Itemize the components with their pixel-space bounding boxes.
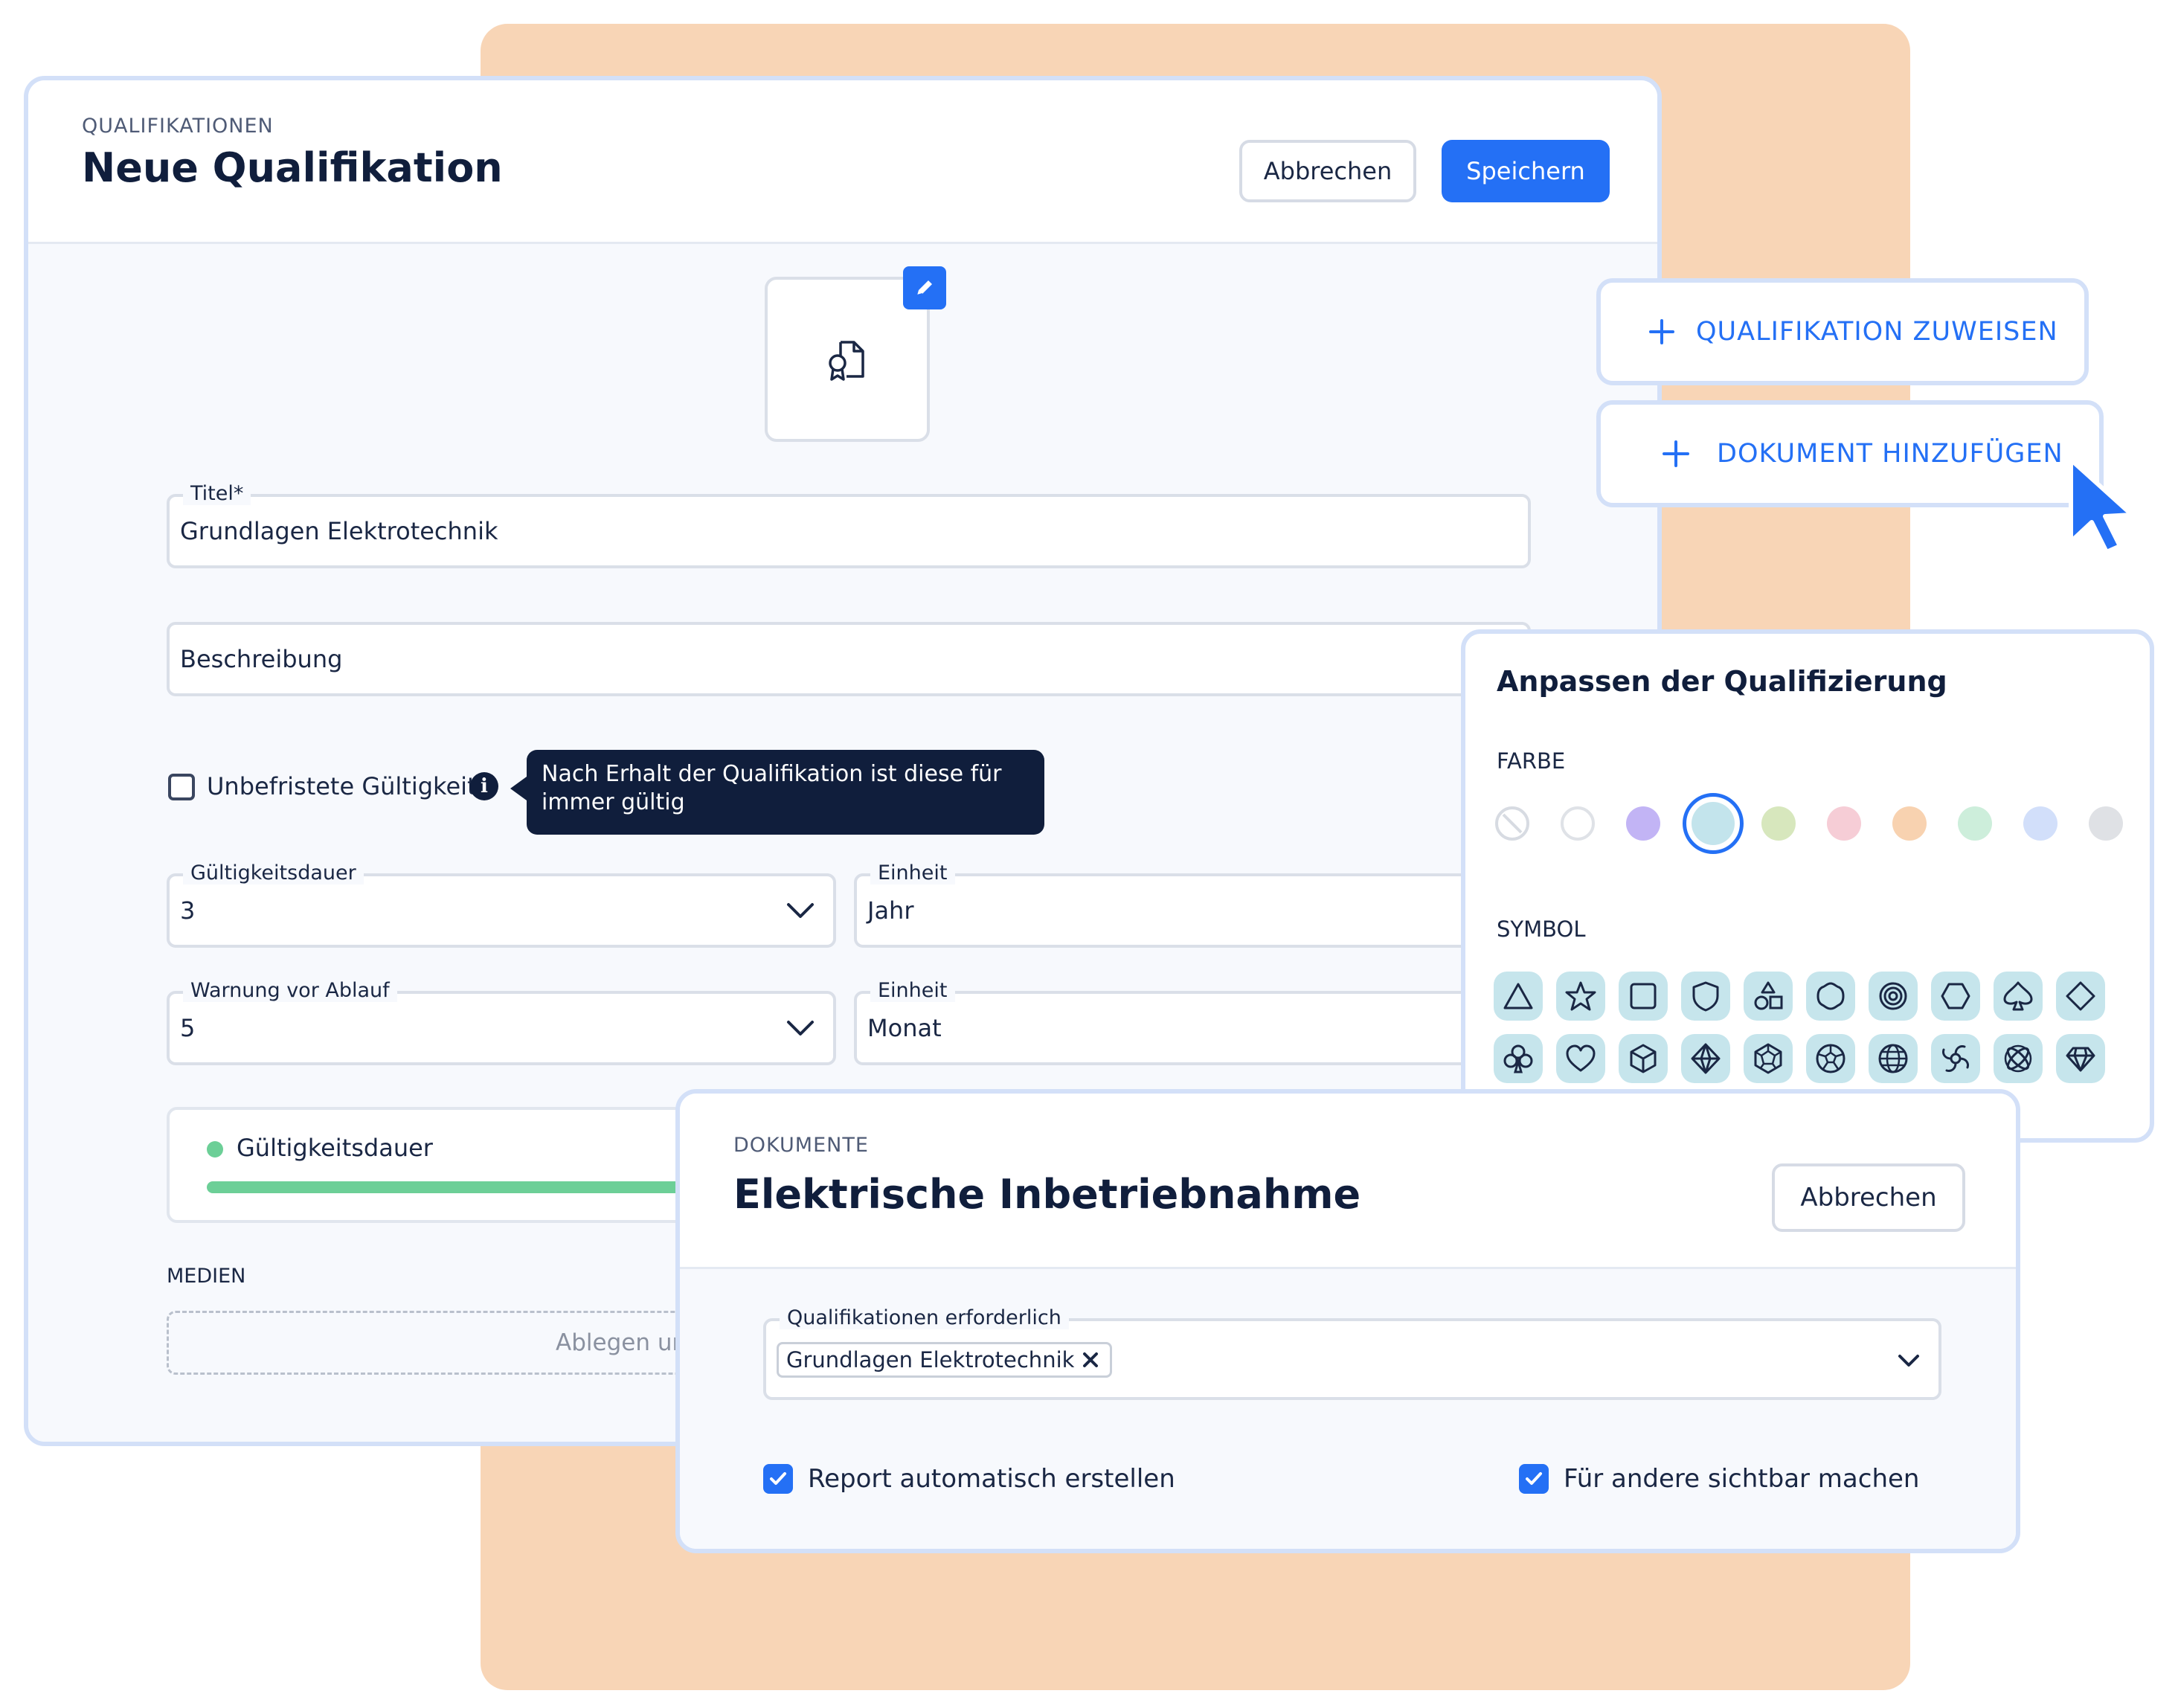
checkmark-icon bbox=[770, 1472, 786, 1485]
title-field[interactable]: Titel* Grundlagen Elektrotechnik bbox=[167, 482, 1531, 568]
pencil-icon bbox=[916, 280, 932, 296]
chevron-down-icon bbox=[787, 1021, 814, 1036]
selected-color-fill bbox=[1692, 802, 1735, 845]
heart-icon[interactable] bbox=[1556, 1034, 1605, 1083]
customize-panel: Anpassen der Qualifizierung FARBE SYMBOL bbox=[1461, 629, 2154, 1143]
card-header: QUALIFIKATIONEN Neue Qualifikation Abbre… bbox=[28, 80, 1657, 244]
validity-unit-value: Jahr bbox=[867, 896, 914, 925]
color-swatch-green[interactable] bbox=[1761, 806, 1796, 841]
visible-checkbox[interactable] bbox=[1519, 1464, 1549, 1494]
validity-tooltip: Nach Erhalt der Qualifikation ist diese … bbox=[527, 750, 1044, 835]
validity-duration-value: 3 bbox=[180, 896, 196, 925]
visible-checkbox-label: Für andere sichtbar machen bbox=[1564, 1464, 1920, 1494]
warning-before-expiry-value: 5 bbox=[180, 1014, 196, 1042]
legend-dot bbox=[207, 1141, 223, 1158]
shield-icon[interactable] bbox=[1681, 972, 1730, 1021]
color-swatch-gray[interactable] bbox=[2089, 806, 2123, 841]
warning-unit-value: Monat bbox=[867, 1014, 942, 1042]
customize-title: Anpassen der Qualifizierung bbox=[1497, 665, 1947, 698]
flower-icon[interactable] bbox=[1806, 972, 1855, 1021]
aperture-icon[interactable] bbox=[1931, 1034, 1980, 1083]
color-swatch-blue[interactable] bbox=[2023, 806, 2057, 841]
diamond-icon[interactable] bbox=[2056, 972, 2105, 1021]
assign-qualification-button[interactable]: QUALIFIKATION ZUWEISEN bbox=[1596, 278, 2089, 385]
documents-header: DOKUMENTE Elektrische Inbetriebnahme Abb… bbox=[680, 1094, 2016, 1269]
dropzone-text: Ablegen ur bbox=[556, 1329, 682, 1356]
warning-before-expiry-label: Warnung vor Ablauf bbox=[183, 979, 397, 1002]
report-checkbox-label: Report automatisch erstellen bbox=[808, 1464, 1175, 1494]
report-checkbox[interactable] bbox=[763, 1464, 793, 1494]
symbol-section-label: SYMBOL bbox=[1497, 916, 1586, 942]
documents-cancel-button[interactable]: Abbrechen bbox=[1772, 1163, 1965, 1232]
globe-icon[interactable] bbox=[1869, 1034, 1918, 1083]
warning-unit-select[interactable]: Einheit Monat bbox=[854, 979, 1531, 1065]
target-icon[interactable] bbox=[1869, 972, 1918, 1021]
warning-before-expiry-select[interactable]: Warnung vor Ablauf 5 bbox=[167, 979, 836, 1065]
color-swatch-orange[interactable] bbox=[1892, 806, 1927, 841]
assign-qualification-label: QUALIFIKATION ZUWEISEN bbox=[1696, 317, 2058, 347]
color-swatch-purple[interactable] bbox=[1626, 806, 1660, 841]
dodecahedron-icon[interactable] bbox=[1744, 1034, 1793, 1083]
color-swatch-pink[interactable] bbox=[1827, 806, 1861, 841]
atom-icon[interactable] bbox=[1994, 1034, 2043, 1083]
square-icon[interactable] bbox=[1619, 972, 1668, 1021]
no-color-icon bbox=[1502, 813, 1523, 834]
required-qualifications-label: Qualifikationen erforderlich bbox=[780, 1306, 1069, 1329]
plus-icon bbox=[1663, 440, 1689, 467]
add-document-label: DOKUMENT HINZUFÜGEN bbox=[1717, 439, 2063, 469]
color-swatch-white[interactable] bbox=[1561, 806, 1595, 841]
color-swatch-cyan-selected[interactable] bbox=[1683, 793, 1744, 854]
cancel-button[interactable]: Abbrechen bbox=[1239, 140, 1416, 202]
validity-duration-label: Gültigkeitsdauer bbox=[183, 861, 364, 884]
unlimited-validity-checkbox[interactable] bbox=[168, 774, 195, 800]
documents-breadcrumb: DOKUMENTE bbox=[733, 1134, 869, 1157]
football-icon[interactable] bbox=[1806, 1034, 1855, 1083]
color-swatch-mint[interactable] bbox=[1958, 806, 1992, 841]
spade-icon[interactable] bbox=[1994, 972, 2043, 1021]
cube-icon[interactable] bbox=[1619, 1034, 1668, 1083]
certificate-document-icon bbox=[829, 341, 864, 381]
documents-title: Elektrische Inbetriebnahme bbox=[733, 1171, 1361, 1218]
media-section-label: MEDIEN bbox=[167, 1265, 246, 1288]
validity-unit-select[interactable]: Einheit Jahr bbox=[854, 861, 1531, 948]
save-button[interactable]: Speichern bbox=[1442, 140, 1610, 202]
documents-body: Qualifikationen erforderlich Grundlagen … bbox=[680, 1269, 2016, 1549]
breadcrumb: QUALIFIKATIONEN bbox=[82, 115, 274, 138]
gem-icon[interactable] bbox=[2056, 1034, 2105, 1083]
plus-icon bbox=[1649, 319, 1674, 344]
add-document-button[interactable]: DOKUMENT HINZUFÜGEN bbox=[1596, 400, 2104, 507]
description-field[interactable]: Beschreibung bbox=[167, 622, 1531, 696]
info-icon[interactable]: i bbox=[470, 772, 498, 800]
tooltip-arrow bbox=[510, 777, 527, 800]
shapes-icon[interactable] bbox=[1744, 972, 1793, 1021]
chevron-down-icon bbox=[1898, 1355, 1919, 1367]
qualification-chip-label: Grundlagen Elektrotechnik bbox=[786, 1347, 1075, 1372]
hexagon-icon[interactable] bbox=[1931, 972, 1980, 1021]
remove-chip-icon[interactable] bbox=[1082, 1351, 1099, 1369]
validity-duration-select[interactable]: Gültigkeitsdauer 3 bbox=[167, 861, 836, 948]
unlimited-validity-label: Unbefristete Gültigkeit bbox=[207, 772, 477, 800]
color-swatch-none[interactable] bbox=[1495, 806, 1529, 841]
legend-label: Gültigkeitsdauer bbox=[237, 1134, 433, 1162]
required-qualifications-select[interactable]: Qualifikationen erforderlich Grundlagen … bbox=[763, 1306, 1941, 1400]
tooltip-text: Nach Erhalt der Qualifikation ist diese … bbox=[542, 761, 1002, 815]
triangle-icon[interactable] bbox=[1494, 972, 1543, 1021]
description-placeholder: Beschreibung bbox=[180, 645, 343, 673]
edit-icon-button[interactable] bbox=[903, 266, 946, 309]
pyramid-icon[interactable] bbox=[1681, 1034, 1730, 1083]
checkmark-icon bbox=[1526, 1472, 1542, 1485]
mouse-cursor-icon bbox=[2069, 458, 2134, 554]
qualification-chip: Grundlagen Elektrotechnik bbox=[777, 1342, 1113, 1378]
documents-card: DOKUMENTE Elektrische Inbetriebnahme Abb… bbox=[675, 1089, 2020, 1553]
club-icon[interactable] bbox=[1494, 1034, 1543, 1083]
title-field-value: Grundlagen Elektrotechnik bbox=[180, 517, 498, 545]
chevron-down-icon bbox=[787, 903, 814, 918]
color-section-label: FARBE bbox=[1497, 748, 1566, 774]
star-icon[interactable] bbox=[1556, 972, 1605, 1021]
page-title: Neue Qualifikation bbox=[82, 144, 503, 191]
